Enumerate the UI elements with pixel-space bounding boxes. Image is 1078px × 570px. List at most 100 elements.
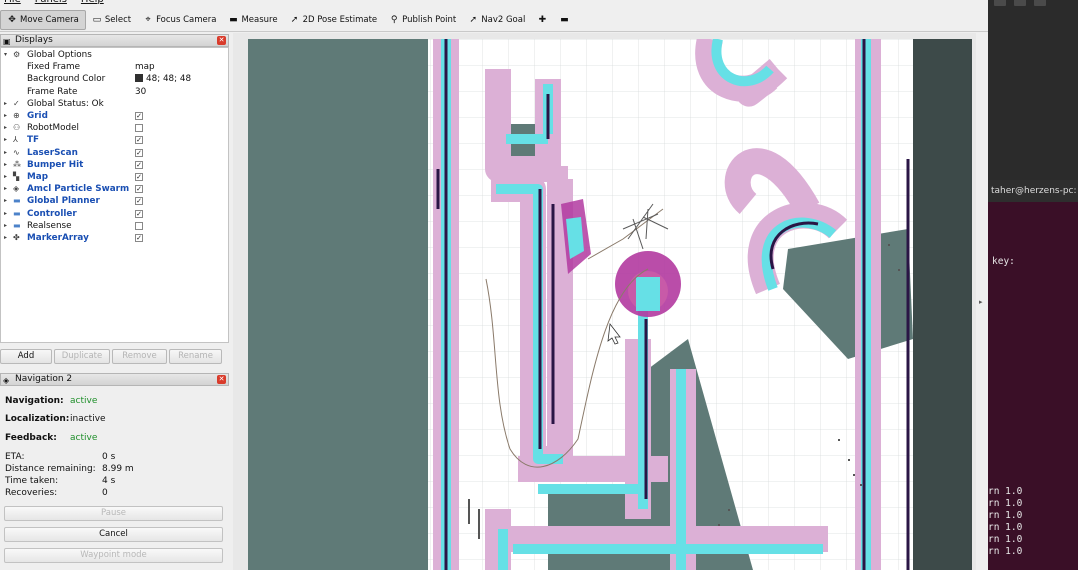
display-enabled-checkbox[interactable]: ✓ <box>135 185 143 194</box>
display-enabled-checkbox[interactable] <box>135 124 143 133</box>
tool-publish-point-button[interactable]: ⚲ Publish Point <box>383 10 462 30</box>
display-enabled-checkbox[interactable]: ✓ <box>135 160 143 169</box>
render-viewport[interactable] <box>248 39 972 570</box>
focus-camera-icon: ⌖ <box>145 14 151 25</box>
terminal-line: rn 1.0 <box>988 522 1023 533</box>
display-label: Amcl Particle Swarm <box>27 184 130 195</box>
collapse-arrow-icon[interactable]: ▸ <box>4 98 7 110</box>
navigation-panel-header: ◈ Navigation 2 ✕ <box>0 373 229 386</box>
display-row-tf[interactable]: ▸ ⅄ TF ✓ <box>1 134 228 146</box>
display-row-grid[interactable]: ▸ ⊕ Grid ✓ <box>1 110 228 122</box>
add-display-button[interactable]: Add <box>0 349 52 364</box>
collapse-arrow-icon[interactable]: ▸ <box>4 110 7 122</box>
tool-focus-camera-button[interactable]: ⌖ Focus Camera <box>137 10 222 30</box>
localization-status: Localization: inactive <box>5 414 106 424</box>
eta-row: ETA: 0 s <box>5 452 115 462</box>
collapse-arrow-icon[interactable]: ▸ <box>4 159 7 171</box>
tool-label: Measure <box>241 14 278 25</box>
display-enabled-checkbox[interactable] <box>135 221 143 230</box>
close-icon[interactable] <box>1034 0 1046 6</box>
collapse-right-arrow-icon[interactable]: ▸ <box>979 298 983 306</box>
navigation-label: Navigation: <box>5 396 64 406</box>
display-row-global-planner[interactable]: ▸ ▬ Global Planner ✓ <box>1 195 228 207</box>
display-row-frame-rate[interactable]: Frame Rate 30 <box>1 86 228 98</box>
collapse-arrow-icon[interactable]: ▸ <box>4 195 7 207</box>
collapse-arrow-icon[interactable]: ▸ <box>4 183 7 195</box>
duplicate-display-button[interactable]: Duplicate <box>54 349 110 364</box>
display-row-laserscan[interactable]: ▸ ∿ LaserScan ✓ <box>1 147 228 159</box>
display-row-robotmodel[interactable]: ▸ ⚇ RobotModel <box>1 122 228 134</box>
collapse-arrow-icon[interactable]: ▸ <box>4 171 7 183</box>
pause-button[interactable]: Pause <box>4 506 223 521</box>
menu-file[interactable]: File <box>4 0 21 8</box>
map-icon: ▚ <box>13 172 20 181</box>
collapse-arrow-icon[interactable]: ▸ <box>4 220 7 232</box>
menu-panels[interactable]: Panels <box>35 0 67 8</box>
expand-arrow-icon[interactable]: ▾ <box>4 49 7 61</box>
display-row-bumper-hit[interactable]: ▸ ⁂ Bumper Hit ✓ <box>1 159 228 171</box>
display-row-realsense[interactable]: ▸ ▬ Realsense <box>1 220 228 232</box>
collapse-arrow-icon[interactable]: ▸ <box>4 232 7 244</box>
remove-tool-button[interactable]: ▬ <box>553 10 575 30</box>
eta-label: ETA: <box>5 452 25 462</box>
display-label: Frame Rate <box>27 86 78 97</box>
display-value-text: 30 <box>135 86 147 97</box>
display-label: Realsense <box>27 220 72 231</box>
tool-select-button[interactable]: ▭ Select <box>86 10 137 30</box>
tool-measure-button[interactable]: ▬ Measure <box>222 10 283 30</box>
move-camera-icon: ✥ <box>8 14 16 25</box>
tool-2d-pose-estimate-button[interactable]: ➚ 2D Pose Estimate <box>284 10 384 30</box>
select-icon: ▭ <box>92 14 102 25</box>
display-value[interactable]: 48; 48; 48 <box>135 73 191 85</box>
display-label: RobotModel <box>27 123 79 134</box>
display-value[interactable]: 30 <box>135 86 146 98</box>
minimize-icon[interactable] <box>994 0 1006 6</box>
collapse-arrow-icon[interactable]: ▸ <box>4 208 7 220</box>
display-row-map[interactable]: ▸ ▚ Map ✓ <box>1 171 228 183</box>
display-value-text: map <box>135 62 155 73</box>
menu-help[interactable]: Help <box>81 0 104 8</box>
display-label: TF <box>27 135 40 146</box>
display-enabled-checkbox[interactable]: ✓ <box>135 173 143 181</box>
rename-display-button[interactable]: Rename <box>169 349 222 364</box>
display-row-markerarray[interactable]: ▸ ✤ MarkerArray ✓ <box>1 232 228 244</box>
display-enabled-checkbox[interactable]: ✓ <box>135 136 143 145</box>
display-enabled-checkbox[interactable]: ✓ <box>135 148 143 157</box>
maximize-icon[interactable] <box>1014 0 1026 6</box>
display-enabled-checkbox[interactable]: ✓ <box>135 209 143 218</box>
terminal-background-top <box>988 0 1078 180</box>
display-row-global-options[interactable]: ▾ ⚙ Global Options <box>1 49 228 61</box>
tool-move-camera-button[interactable]: ✥ Move Camera <box>0 9 86 30</box>
terminal-line: rn 1.0 <box>988 510 1023 521</box>
display-value-text: 48; 48; 48 <box>146 74 192 85</box>
display-enabled-checkbox[interactable]: ✓ <box>135 234 143 242</box>
laser-scan-icon: ∿ <box>13 147 20 157</box>
navigation-panel: Navigation: active Localization: inactiv… <box>0 386 229 570</box>
display-label: MarkerArray <box>27 233 89 243</box>
collapse-arrow-icon[interactable]: ▸ <box>4 147 7 159</box>
display-enabled-checkbox[interactable]: ✓ <box>135 197 143 206</box>
display-enabled-checkbox[interactable]: ✓ <box>135 112 143 120</box>
tool-nav2-goal-button[interactable]: ➚ Nav2 Goal <box>462 10 531 30</box>
close-icon[interactable]: ✕ <box>217 375 226 384</box>
cancel-button[interactable]: Cancel <box>4 527 223 542</box>
color-swatch <box>135 74 143 83</box>
close-icon[interactable]: ✕ <box>217 36 226 45</box>
add-tool-icon: ✚ <box>538 14 547 25</box>
terminal-line: rn 1.0 <box>988 546 1023 557</box>
collapse-arrow-icon[interactable]: ▸ <box>4 134 7 146</box>
waypoint-mode-button[interactable]: Waypoint mode <box>4 548 223 563</box>
localization-label: Localization: <box>5 414 70 424</box>
display-row-fixed-frame[interactable]: Fixed Frame map <box>1 61 228 73</box>
display-value[interactable]: map <box>135 61 155 73</box>
distance-row: Distance remaining: 8.99 m <box>5 464 134 474</box>
folder-icon: ▬ <box>13 208 21 218</box>
add-tool-button[interactable]: ✚ <box>531 10 553 30</box>
display-row-background-color[interactable]: Background Color 48; 48; 48 <box>1 73 228 85</box>
display-row-controller[interactable]: ▸ ▬ Controller ✓ <box>1 208 228 220</box>
time-taken-value: 4 s <box>102 476 116 486</box>
collapse-arrow-icon[interactable]: ▸ <box>4 122 7 134</box>
display-row-amcl-particle-swarm[interactable]: ▸ ◈ Amcl Particle Swarm ✓ <box>1 183 228 195</box>
remove-display-button[interactable]: Remove <box>112 349 167 364</box>
display-row-global-status-ok[interactable]: ▸ ✓ Global Status: Ok <box>1 98 228 110</box>
